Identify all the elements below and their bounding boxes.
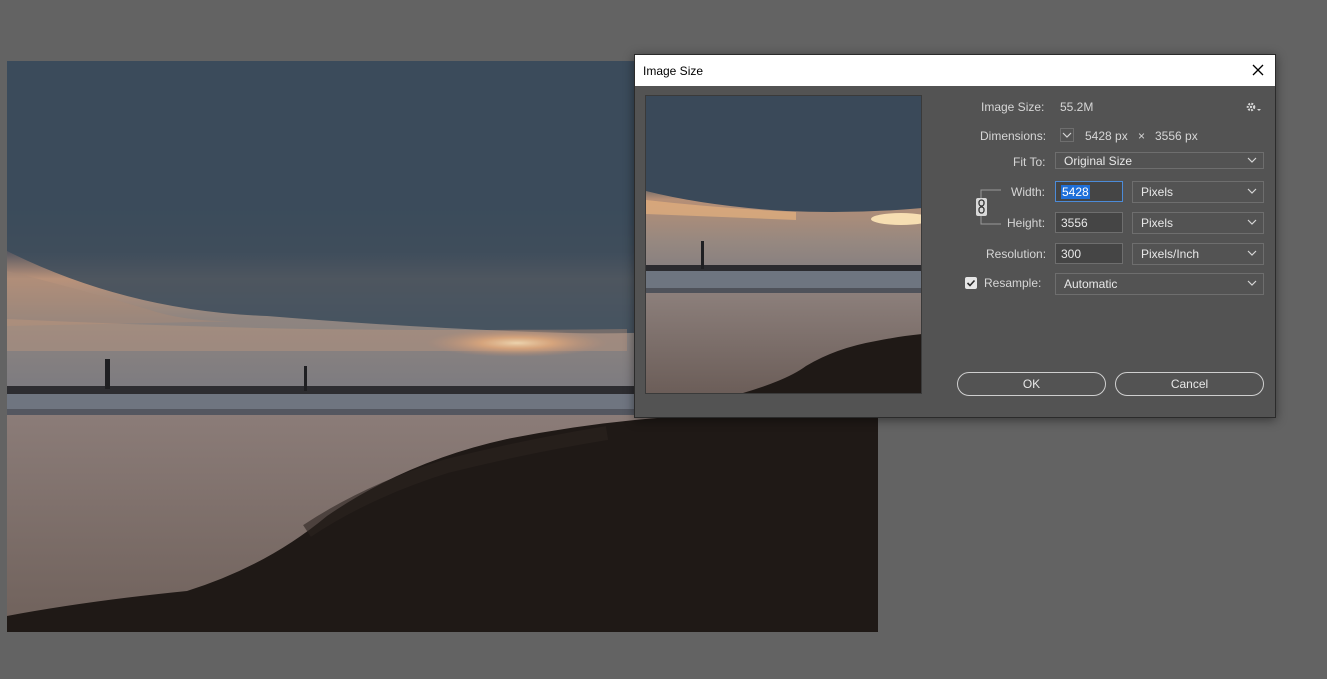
fit-to-label: Fit To: bbox=[1013, 155, 1046, 169]
close-button[interactable] bbox=[1247, 60, 1269, 80]
resample-label: Resample: bbox=[984, 276, 1042, 290]
resolution-value: 300 bbox=[1061, 247, 1082, 261]
image-size-label: Image Size: bbox=[981, 100, 1045, 114]
chevron-down-icon bbox=[1062, 132, 1072, 138]
resample-method-select[interactable]: Automatic bbox=[1055, 273, 1264, 295]
checkmark-icon bbox=[966, 279, 976, 287]
chevron-down-icon bbox=[1247, 280, 1257, 286]
dimensions-height-value: 3556 px bbox=[1155, 129, 1198, 143]
chevron-down-icon bbox=[1247, 188, 1257, 194]
dialog-title: Image Size bbox=[643, 64, 704, 78]
preview-photo bbox=[646, 96, 921, 393]
resolution-unit-value: Pixels/Inch bbox=[1141, 247, 1200, 261]
resolution-label: Resolution: bbox=[986, 247, 1047, 261]
dimensions-label: Dimensions: bbox=[980, 129, 1047, 143]
resolution-input[interactable]: 300 bbox=[1055, 243, 1123, 264]
dimensions-units-dropdown[interactable] bbox=[1060, 128, 1074, 142]
width-unit-value: Pixels bbox=[1141, 185, 1174, 199]
resample-checkbox[interactable] bbox=[965, 277, 977, 289]
link-chain-icon bbox=[976, 189, 1001, 225]
gear-icon bbox=[1246, 102, 1261, 112]
chevron-down-icon bbox=[1247, 250, 1257, 256]
close-icon bbox=[1252, 64, 1264, 76]
constrain-proportions-link[interactable] bbox=[973, 188, 1003, 228]
image-size-dialog: Image Size Image Size: 55.2M Dimensions:… bbox=[634, 54, 1276, 418]
dimensions-times: × bbox=[1138, 129, 1146, 143]
resolution-unit-select[interactable]: Pixels/Inch bbox=[1132, 243, 1264, 265]
resample-method-value: Automatic bbox=[1064, 277, 1118, 291]
chevron-down-icon bbox=[1247, 157, 1257, 163]
dimensions-width-value: 5428 px bbox=[1085, 129, 1128, 143]
chevron-down-icon bbox=[1247, 219, 1257, 225]
width-input[interactable]: 5428 bbox=[1055, 181, 1123, 202]
width-value: 5428 bbox=[1061, 185, 1090, 199]
settings-gear-button[interactable] bbox=[1245, 101, 1263, 113]
dialog-titlebar[interactable]: Image Size bbox=[635, 55, 1275, 86]
fit-to-value: Original Size bbox=[1064, 154, 1133, 168]
cancel-button[interactable]: Cancel bbox=[1115, 372, 1264, 396]
width-label: Width: bbox=[1011, 185, 1046, 199]
fit-to-select[interactable]: Original Size bbox=[1055, 152, 1264, 169]
height-input[interactable]: 3556 bbox=[1055, 212, 1123, 233]
image-size-value: 55.2M bbox=[1060, 100, 1094, 114]
height-unit-value: Pixels bbox=[1141, 216, 1174, 230]
image-preview[interactable] bbox=[645, 95, 922, 394]
height-value: 3556 bbox=[1061, 216, 1088, 230]
width-unit-select[interactable]: Pixels bbox=[1132, 181, 1264, 203]
height-unit-select[interactable]: Pixels bbox=[1132, 212, 1264, 234]
ok-button[interactable]: OK bbox=[957, 372, 1106, 396]
height-label: Height: bbox=[1007, 216, 1046, 230]
